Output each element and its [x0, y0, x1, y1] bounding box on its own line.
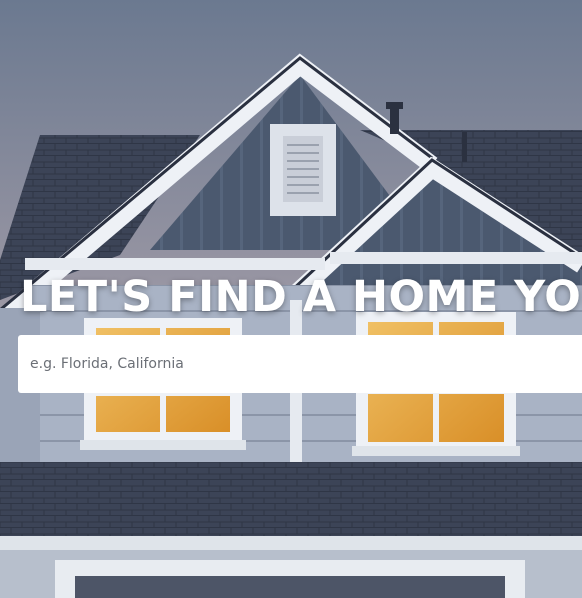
hero-headline: LET'S FIND A HOME YOU'LL LOVE [20, 272, 582, 322]
location-search-input[interactable] [18, 335, 582, 393]
hero-section: LET'S FIND A HOME YOU'LL LOVE [0, 0, 582, 598]
